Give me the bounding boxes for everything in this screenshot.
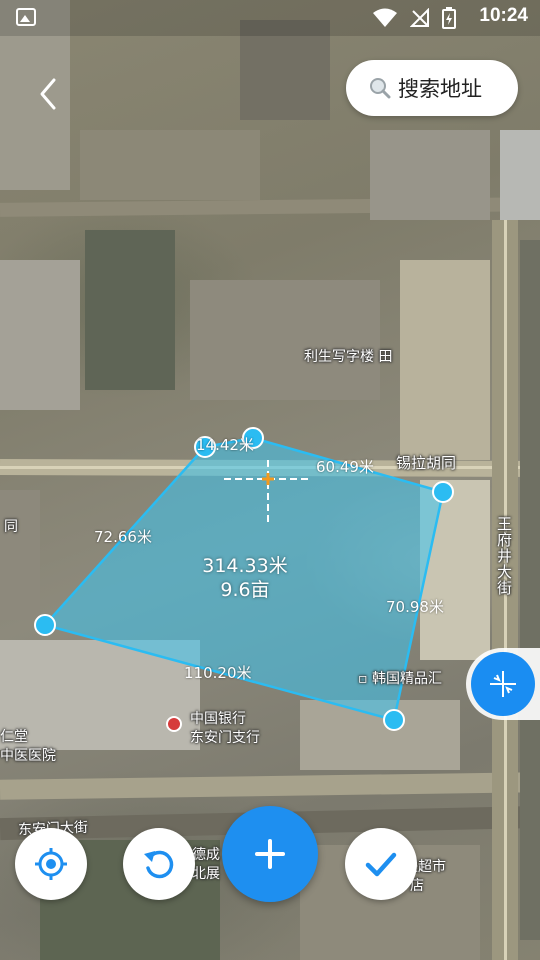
back-button[interactable] [34, 74, 64, 114]
segment-length: 60.49米 [316, 458, 374, 476]
map-block [500, 130, 540, 220]
segment-length: 14.42米 [196, 436, 254, 454]
perimeter-value: 314.33米 [202, 555, 288, 577]
battery-charging-icon [442, 7, 456, 29]
map-label-hutong: 同 [4, 519, 18, 535]
map-road [0, 466, 540, 469]
map-label-text: 中医医院 [0, 748, 56, 764]
map-block [520, 240, 540, 940]
map-label-text: 韩国精品汇 [371, 671, 442, 687]
image-icon [16, 8, 36, 26]
undo-button[interactable] [123, 828, 195, 900]
locate-button[interactable] [15, 828, 87, 900]
polygon-vertex[interactable] [34, 614, 56, 636]
map-label-text: 中国银行 [190, 711, 246, 727]
area-value: 9.6亩 [220, 579, 270, 601]
shop-pin-icon: ▫ [358, 671, 368, 687]
map-block [85, 230, 175, 390]
map-block [420, 480, 490, 660]
locate-icon [35, 848, 67, 880]
add-point-button[interactable] [222, 806, 318, 902]
map-label-market: 德成 北展 [192, 846, 220, 884]
search-icon [370, 78, 391, 99]
map-block [300, 700, 460, 770]
map-road [0, 772, 540, 800]
map-label-building: 利生写字楼 田 [304, 346, 392, 366]
map-block [370, 130, 490, 220]
chevron-left-icon [40, 78, 56, 110]
zoom-to-shape-button[interactable] [471, 652, 535, 716]
map-label-shop: ▫ 韩国精品汇 [358, 668, 442, 688]
status-bar: 10:24 [0, 0, 540, 36]
map-label-text: 北展 [192, 866, 220, 882]
search-address-label: 搜索地址 [398, 77, 482, 101]
segment-length: 72.66米 [94, 528, 152, 546]
segment-length: 70.98米 [386, 598, 444, 616]
crosshair-shrink-icon [490, 671, 516, 697]
wifi-icon [373, 8, 397, 27]
map-label-bank: 中国银行 东安门支行 [190, 710, 260, 748]
map-label-text: 仁堂 [0, 729, 28, 745]
no-signal-icon [410, 8, 429, 27]
map-label-text: 东安门支行 [190, 730, 260, 746]
map-block [400, 260, 490, 460]
map-label-text: 田 [378, 349, 393, 365]
polygon-vertex[interactable] [432, 481, 454, 503]
map-block [80, 130, 260, 200]
segment-length: 110.20米 [184, 664, 252, 682]
check-icon [365, 852, 397, 877]
area-summary: 314.33米 9.6亩 [180, 554, 310, 602]
status-icons [372, 7, 456, 29]
map-label-text: 德成 [192, 847, 220, 863]
map-block [0, 490, 40, 620]
search-address-button[interactable]: 搜索地址 [346, 60, 518, 116]
status-time: 10:24 [479, 5, 528, 26]
map-block [0, 260, 80, 410]
polygon-vertex[interactable] [383, 709, 405, 731]
map-label-hospital: 仁堂 中医医院 [0, 728, 56, 766]
plus-icon [255, 839, 285, 869]
map-label-text: 利生写字楼 [304, 349, 374, 365]
undo-icon [144, 850, 174, 879]
confirm-button[interactable] [345, 828, 417, 900]
map-block [190, 280, 380, 400]
bank-marker-icon [166, 716, 182, 732]
map-label-alley: 锡拉胡同 [396, 454, 457, 472]
map-label-street-vertical: 王府井大街 [495, 516, 513, 596]
